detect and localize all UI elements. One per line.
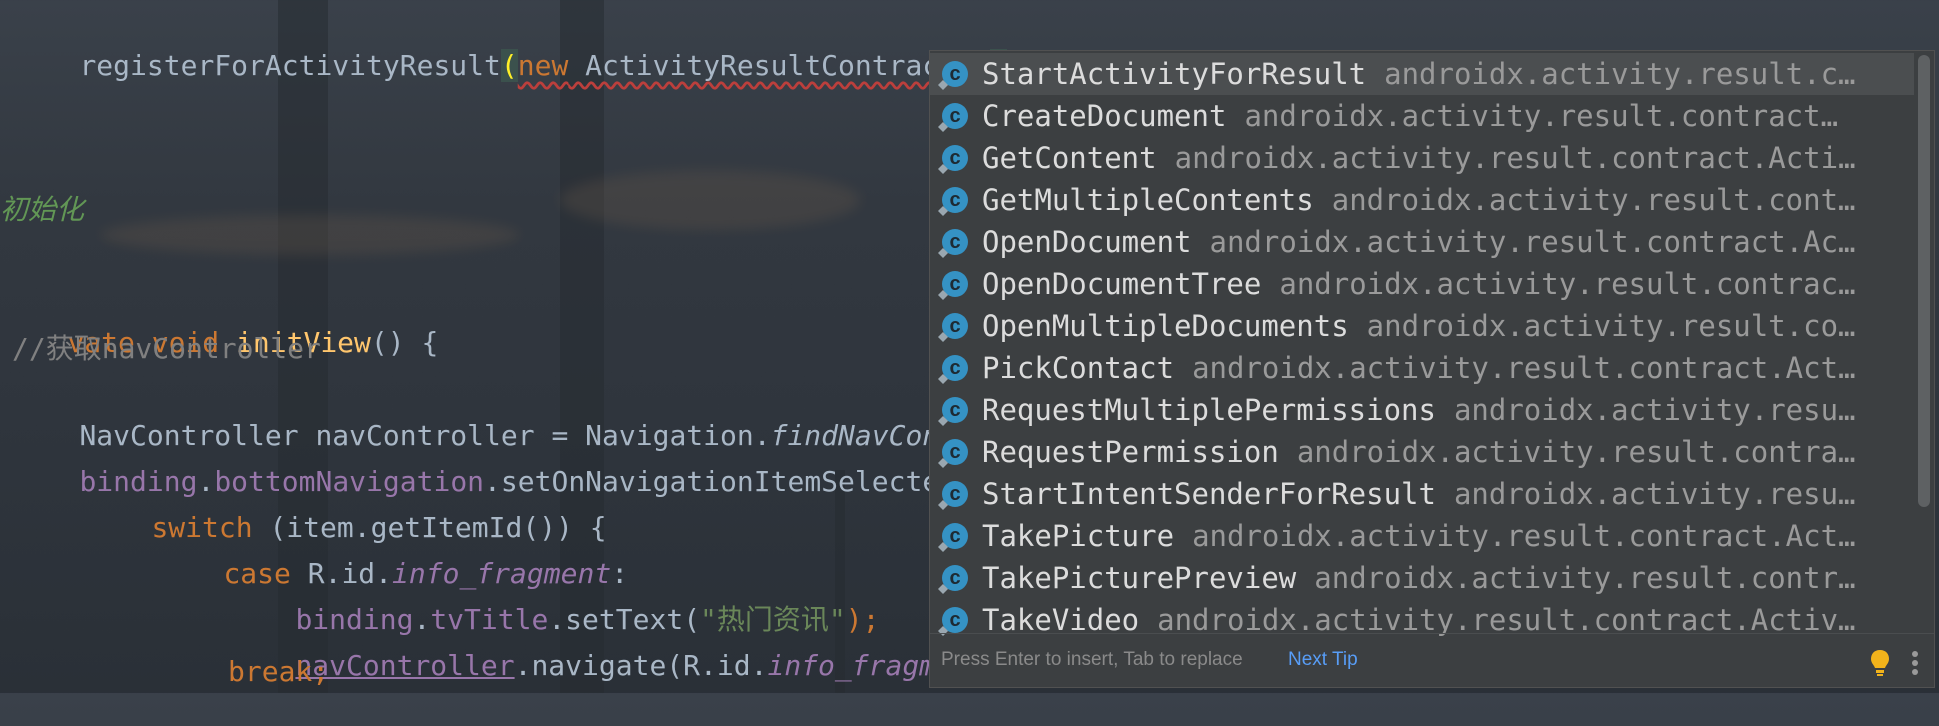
completion-item-name: GetContent <box>982 141 1157 175</box>
class-icon: c <box>942 439 968 465</box>
doc-comment: 初始化 <box>0 193 85 226</box>
open-paren-highlight: ( <box>500 49 518 82</box>
completion-item-package: androidx.activity.resu… <box>1453 393 1856 427</box>
code-line-break: break; <box>228 655 330 688</box>
completion-item[interactable]: c RequestMultiplePermissions androidx.acti… <box>930 389 1914 431</box>
completion-list[interactable]: c StartActivityForResult androidx.activity… <box>930 53 1914 641</box>
completion-item[interactable]: c GetMultipleContents androidx.activity.re… <box>930 179 1914 221</box>
completion-item-package: androidx.activity.result.contract.Ac… <box>1209 225 1856 259</box>
completion-item-package: androidx.activity.result.contract… <box>1244 99 1839 133</box>
class-icon: c <box>942 271 968 297</box>
method-params: () { <box>370 326 439 359</box>
line-comment: //获取navController <box>12 332 321 365</box>
completion-item[interactable]: c TakePicturePreview androidx.activity.res… <box>930 557 1914 599</box>
completion-item-package: androidx.activity.result.contract.Act… <box>1192 519 1856 553</box>
completion-item-name: RequestMultiplePermissions <box>982 393 1436 427</box>
completion-item-package: androidx.activity.result.cont… <box>1331 183 1856 217</box>
completion-item-package: androidx.activity.result.co… <box>1366 309 1856 343</box>
class-icon: c <box>942 481 968 507</box>
completion-item-name: RequestPermission <box>982 435 1279 469</box>
completion-item-name: TakePicture <box>982 519 1175 553</box>
completion-item[interactable]: c StartIntentSenderForResult androidx.acti… <box>930 473 1914 515</box>
class-icon: c <box>942 145 968 171</box>
more-vertical-icon[interactable] <box>1910 646 1920 675</box>
class-icon: c <box>942 61 968 87</box>
completion-item-package: androidx.activity.result.contra… <box>1296 435 1856 469</box>
completion-item[interactable]: c TakePicture androidx.activity.result.con… <box>930 515 1914 557</box>
completion-item-name: StartIntentSenderForResult <box>982 477 1436 511</box>
navigate-field: info_fragme <box>767 649 953 682</box>
footer-hint: Press Enter to insert, Tab to replace <box>941 649 1243 670</box>
completion-footer: Press Enter to insert, Tab to replace Ne… <box>930 633 1934 687</box>
completion-item-name: TakeVideo <box>982 603 1140 637</box>
code-line-settext[interactable]: binding.tvTitle.setText("热门资讯"); <box>228 560 879 636</box>
completion-scrollbar[interactable] <box>1918 55 1930 507</box>
code-line-register[interactable]: registerForActivityResult(new ActivityRe… <box>12 6 1007 82</box>
code-line-case[interactable]: case R.id.info_fragment: <box>156 514 628 590</box>
class-icon: c <box>942 187 968 213</box>
class-icon: c <box>942 229 968 255</box>
method-name: registerForActivityResult <box>79 49 501 82</box>
class-icon: c <box>942 103 968 129</box>
completion-item[interactable]: c StartActivityForResult androidx.activity… <box>930 53 1914 95</box>
completion-item-package: androidx.activity.resu… <box>1453 477 1856 511</box>
class-icon: c <box>942 565 968 591</box>
completion-item[interactable]: c RequestPermission androidx.activity.resu… <box>930 431 1914 473</box>
completion-item-package: androidx.activity.result.contract.Activ… <box>1157 603 1856 637</box>
completion-item-name: OpenDocument <box>982 225 1192 259</box>
completion-item-name: OpenDocumentTree <box>982 267 1262 301</box>
completion-item-package: androidx.activity.result.contract.Act… <box>1192 351 1856 385</box>
class-icon: c <box>942 607 968 633</box>
completion-item[interactable]: c PickContact androidx.activity.result.con… <box>930 347 1914 389</box>
completion-item-package: androidx.activity.result.contract.Acti… <box>1174 141 1856 175</box>
completion-item[interactable]: c OpenMultipleDocuments androidx.activity.… <box>930 305 1914 347</box>
completion-item-name: PickContact <box>982 351 1175 385</box>
completion-item[interactable]: c GetContent androidx.activity.result.cont… <box>930 137 1914 179</box>
completion-item-name: TakePicturePreview <box>982 561 1297 595</box>
navigate-call: .navigate(R.id. <box>514 649 768 682</box>
completion-item-name: CreateDocument <box>982 99 1227 133</box>
completion-item-package: androidx.activity.result.c… <box>1384 57 1856 91</box>
lightbulb-icon[interactable] <box>1870 646 1890 676</box>
class-icon: c <box>942 523 968 549</box>
code-line-binding[interactable]: binding.bottomNavigation.setOnNavigation… <box>12 422 939 498</box>
code-line-navigate[interactable]: navController.navigate(R.id.info_fragme <box>228 606 952 682</box>
class-icon: c <box>942 397 968 423</box>
keyword-new: new <box>517 49 569 82</box>
completion-item-package: androidx.activity.result.contrac… <box>1279 267 1856 301</box>
class-icon: c <box>942 313 968 339</box>
code-line-switch[interactable]: switch (item.getItemId()) { <box>84 468 606 544</box>
next-tip-link[interactable]: Next Tip <box>1288 634 1358 686</box>
class-icon: c <box>942 355 968 381</box>
completion-item-package: androidx.activity.result.contr… <box>1314 561 1856 595</box>
code-line-method-decl[interactable]: vate void initView() { <box>0 283 438 359</box>
class-reference: ActivityResultContracts. <box>568 49 990 82</box>
completion-item-name: StartActivityForResult <box>982 57 1367 91</box>
completion-item[interactable]: c CreateDocument androidx.activity.result.… <box>930 95 1914 137</box>
completion-item[interactable]: c OpenDocumentTree androidx.activity.resul… <box>930 263 1914 305</box>
code-line-navcontroller[interactable]: NavController navController = Navigation… <box>12 376 939 452</box>
completion-item-name: GetMultipleContents <box>982 183 1314 217</box>
completion-popup[interactable]: c StartActivityForResult androidx.activity… <box>929 50 1935 688</box>
completion-item[interactable]: c OpenDocument androidx.activity.result.co… <box>930 221 1914 263</box>
completion-item-name: OpenMultipleDocuments <box>982 309 1349 343</box>
